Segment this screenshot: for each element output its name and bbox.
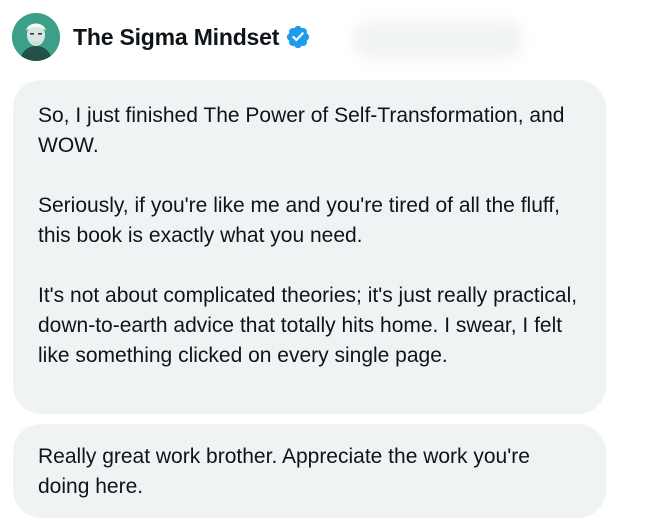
blurred-region bbox=[352, 20, 524, 60]
message-bubble: Really great work brother. Appreciate th… bbox=[13, 424, 606, 518]
post-header: The Sigma Mindset bbox=[12, 12, 311, 62]
verified-badge-icon bbox=[285, 24, 311, 50]
message-paragraph: Really great work brother. Appreciate th… bbox=[38, 445, 530, 498]
avatar-image-icon bbox=[12, 13, 60, 61]
message-bubble: So, I just finished The Power of Self-Tr… bbox=[13, 80, 606, 414]
profile-avatar[interactable] bbox=[12, 13, 60, 61]
message-paragraph: So, I just finished The Power of Self-Tr… bbox=[38, 104, 565, 157]
message-paragraph: It's not about complicated theories; it'… bbox=[38, 284, 578, 367]
author-name[interactable]: The Sigma Mindset bbox=[73, 24, 279, 51]
message-paragraph: Seriously, if you're like me and you're … bbox=[38, 194, 560, 247]
